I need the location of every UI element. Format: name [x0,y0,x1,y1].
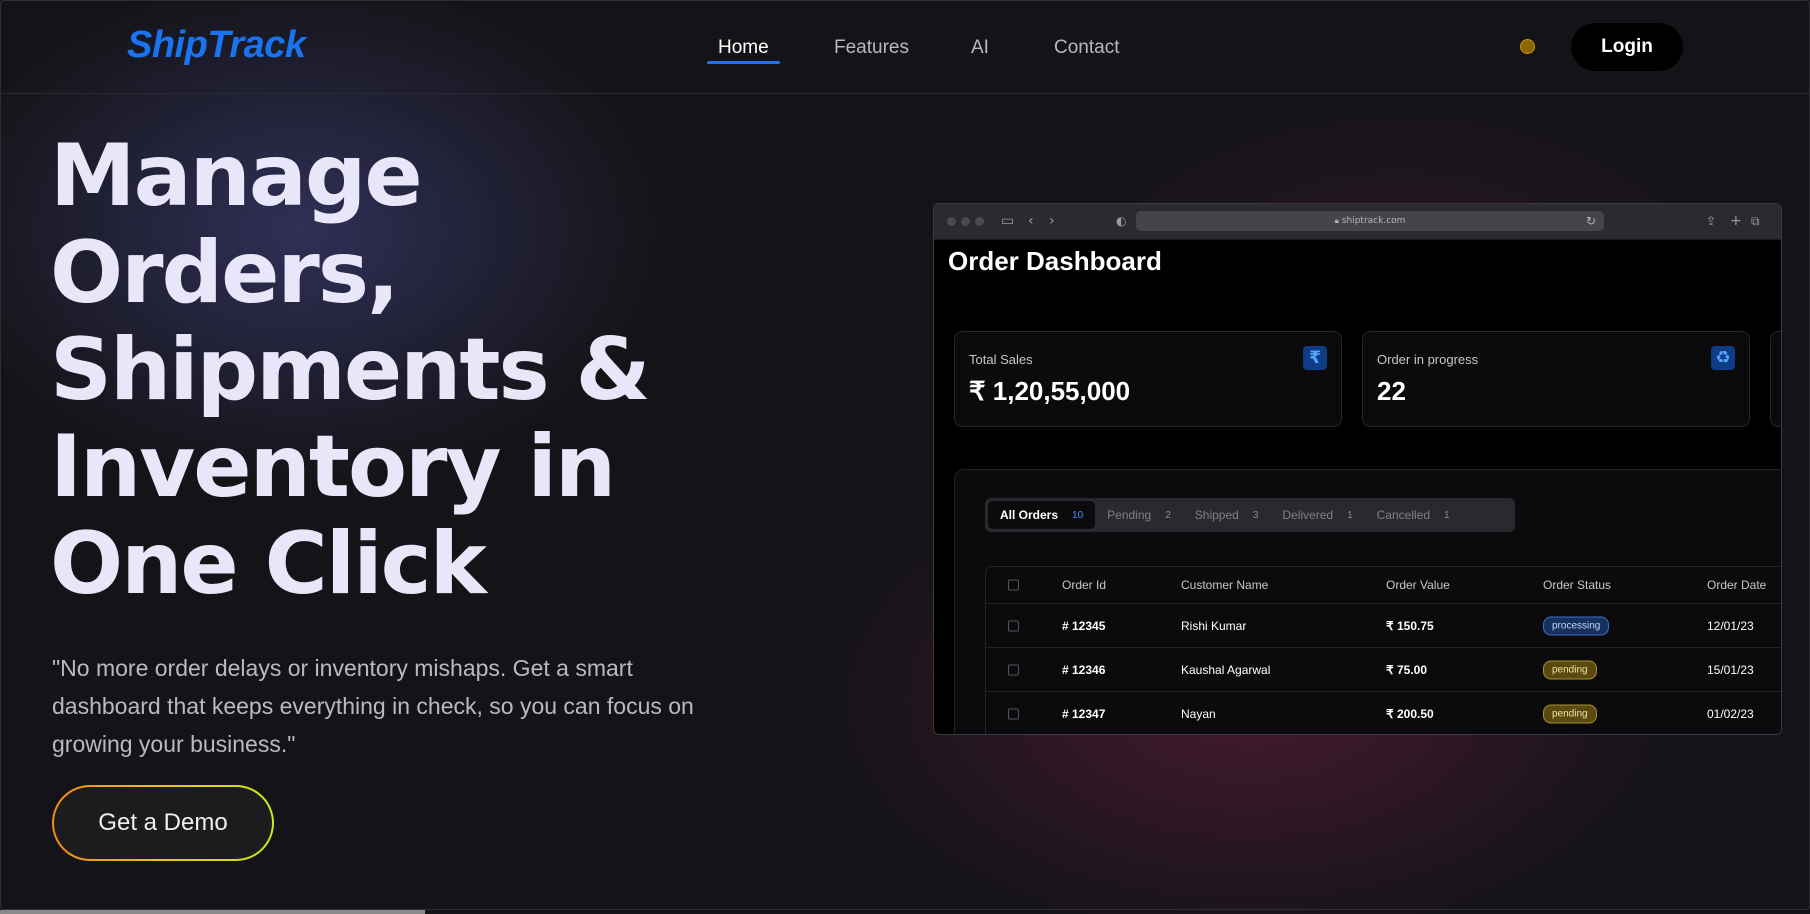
tab-count: 2 [1165,509,1171,521]
customer-name: Rishi Kumar [1181,618,1247,633]
select-all-checkbox[interactable] [1008,579,1019,591]
order-tabs: All Orders 10 Pending 2 Shipped 3 Delive… [985,498,1515,532]
tab-all-orders[interactable]: All Orders 10 [988,501,1096,529]
table-row[interactable]: # 12346 Kaushal Agarwal ₹ 75.00 pending … [986,648,1781,692]
hero-title-line: Manage [50,126,423,226]
column-header: Order Status [1543,578,1612,592]
reload-icon: ↻ [1585,214,1596,228]
browser-mockup: ▭ ‹ › ◐ 🔒︎ shiptrack.com ↻ ⇪ + ⧉ Order D… [933,203,1782,735]
logo[interactable]: ShipTrack [127,24,306,67]
column-header: Order Id [1062,578,1107,592]
tabs-overview-icon: ⧉ [1751,214,1760,228]
stat-card-partial [1770,331,1781,427]
status-badge-cell: processing [1543,616,1610,635]
stat-label: Total Sales [969,352,1033,367]
sidebar-toggle-icon: ▭ [1001,213,1015,229]
orders-table: Order Id Customer Name Order Value Order… [985,566,1781,734]
tab-count: 10 [1072,509,1084,521]
tab-shipped[interactable]: Shipped 3 [1183,501,1271,529]
get-demo-label: Get a Demo [54,787,272,859]
customer-name: Kaushal Agarwal [1181,662,1271,677]
horizontal-scrollbar[interactable] [0,910,425,914]
customer-name: Nayan [1181,706,1216,721]
tab-count: 1 [1444,509,1450,521]
nav-link-features[interactable]: Features [834,37,909,59]
order-value: ₹ 75.00 [1386,662,1427,677]
row-checkbox[interactable] [1008,664,1019,675]
table-row[interactable]: # 12347 Nayan ₹ 200.50 pending 01/02/23 [986,692,1781,734]
login-button[interactable]: Login [1571,23,1683,71]
column-header: Order Value [1386,578,1450,592]
new-tab-icon: + [1730,213,1742,229]
stat-label: Order in progress [1377,352,1479,367]
nav-link-home[interactable]: Home [718,37,769,59]
url-text: shiptrack.com [1341,216,1406,226]
status-badge: pending [1543,704,1597,723]
share-icon: ⇪ [1706,214,1717,228]
window-dot-icon [961,217,970,226]
stat-card-orders-in-progress: Order in progress 22 ♻ [1362,331,1750,427]
order-id: # 12346 [1062,662,1106,677]
hero-title-line: One Click [50,514,487,614]
tab-label: All Orders [1000,508,1059,522]
column-header: Customer Name [1181,578,1269,592]
hero-title-line: Shipments & [50,320,651,420]
order-date: 12/01/23 [1707,618,1754,633]
hero-title-line: Orders, [50,223,400,323]
tab-count: 1 [1347,509,1353,521]
row-checkbox[interactable] [1008,620,1019,631]
status-badge: processing [1543,616,1610,635]
tab-label: Pending [1107,508,1152,522]
order-id: # 12347 [1062,706,1106,721]
hero-title-line: Inventory in [50,417,616,517]
forward-icon: › [1049,213,1055,229]
tab-label: Shipped [1194,508,1239,522]
sun-icon[interactable] [1520,39,1535,54]
tab-cancelled[interactable]: Cancelled 1 [1365,501,1462,529]
row-checkbox[interactable] [1008,708,1019,719]
order-id: # 12345 [1062,618,1106,633]
hero-title: Manage Orders, Shipments & Inventory in … [50,128,770,613]
stat-card-total-sales: Total Sales ₹ 1,20,55,000 ₹ [954,331,1342,427]
url-bar: 🔒︎ shiptrack.com ↻ [1136,211,1604,231]
table-header-row: Order Id Customer Name Order Value Order… [986,567,1781,604]
stat-value: ₹ 1,20,55,000 [969,376,1131,406]
order-value: ₹ 150.75 [1386,618,1434,633]
shield-icon: ◐ [1116,214,1127,228]
window-dot-icon [947,217,956,226]
column-header: Order Date [1707,578,1767,592]
get-demo-button[interactable]: Get a Demo [52,785,274,861]
status-badge: pending [1543,660,1597,679]
stat-value: 22 [1377,376,1406,406]
order-value: ₹ 200.50 [1386,706,1434,721]
order-date: 01/02/23 [1707,706,1754,721]
window-dot-icon [975,217,984,226]
dashboard-title: Order Dashboard [948,246,1162,276]
status-badge-cell: pending [1543,704,1597,723]
tab-label: Cancelled [1376,508,1431,522]
orders-panel: All Orders 10 Pending 2 Shipped 3 Delive… [954,469,1781,734]
back-icon: ‹ [1028,213,1034,229]
tab-count: 3 [1252,509,1259,521]
hero-quote: "No more order delays or inventory misha… [52,655,694,757]
tab-label: Delivered [1282,508,1334,522]
rupee-icon: ₹ [1303,346,1327,370]
status-badge-cell: pending [1543,660,1597,679]
nav-link-ai[interactable]: AI [971,37,989,59]
tab-delivered[interactable]: Delivered 1 [1270,501,1364,529]
nav-active-underline [707,61,780,64]
table-row[interactable]: # 12345 Rishi Kumar ₹ 150.75 processing … [986,604,1781,648]
tab-pending[interactable]: Pending 2 [1095,501,1183,529]
order-date: 15/01/23 [1707,662,1754,677]
browser-toolbar: ▭ ‹ › ◐ 🔒︎ shiptrack.com ↻ ⇪ + ⧉ [934,204,1781,240]
navbar: ShipTrack Home Features AI Contact Login [0,0,1810,94]
lock-icon: 🔒︎ [1334,216,1339,225]
nav-link-contact[interactable]: Contact [1054,37,1119,59]
recycle-icon: ♻ [1711,346,1735,370]
